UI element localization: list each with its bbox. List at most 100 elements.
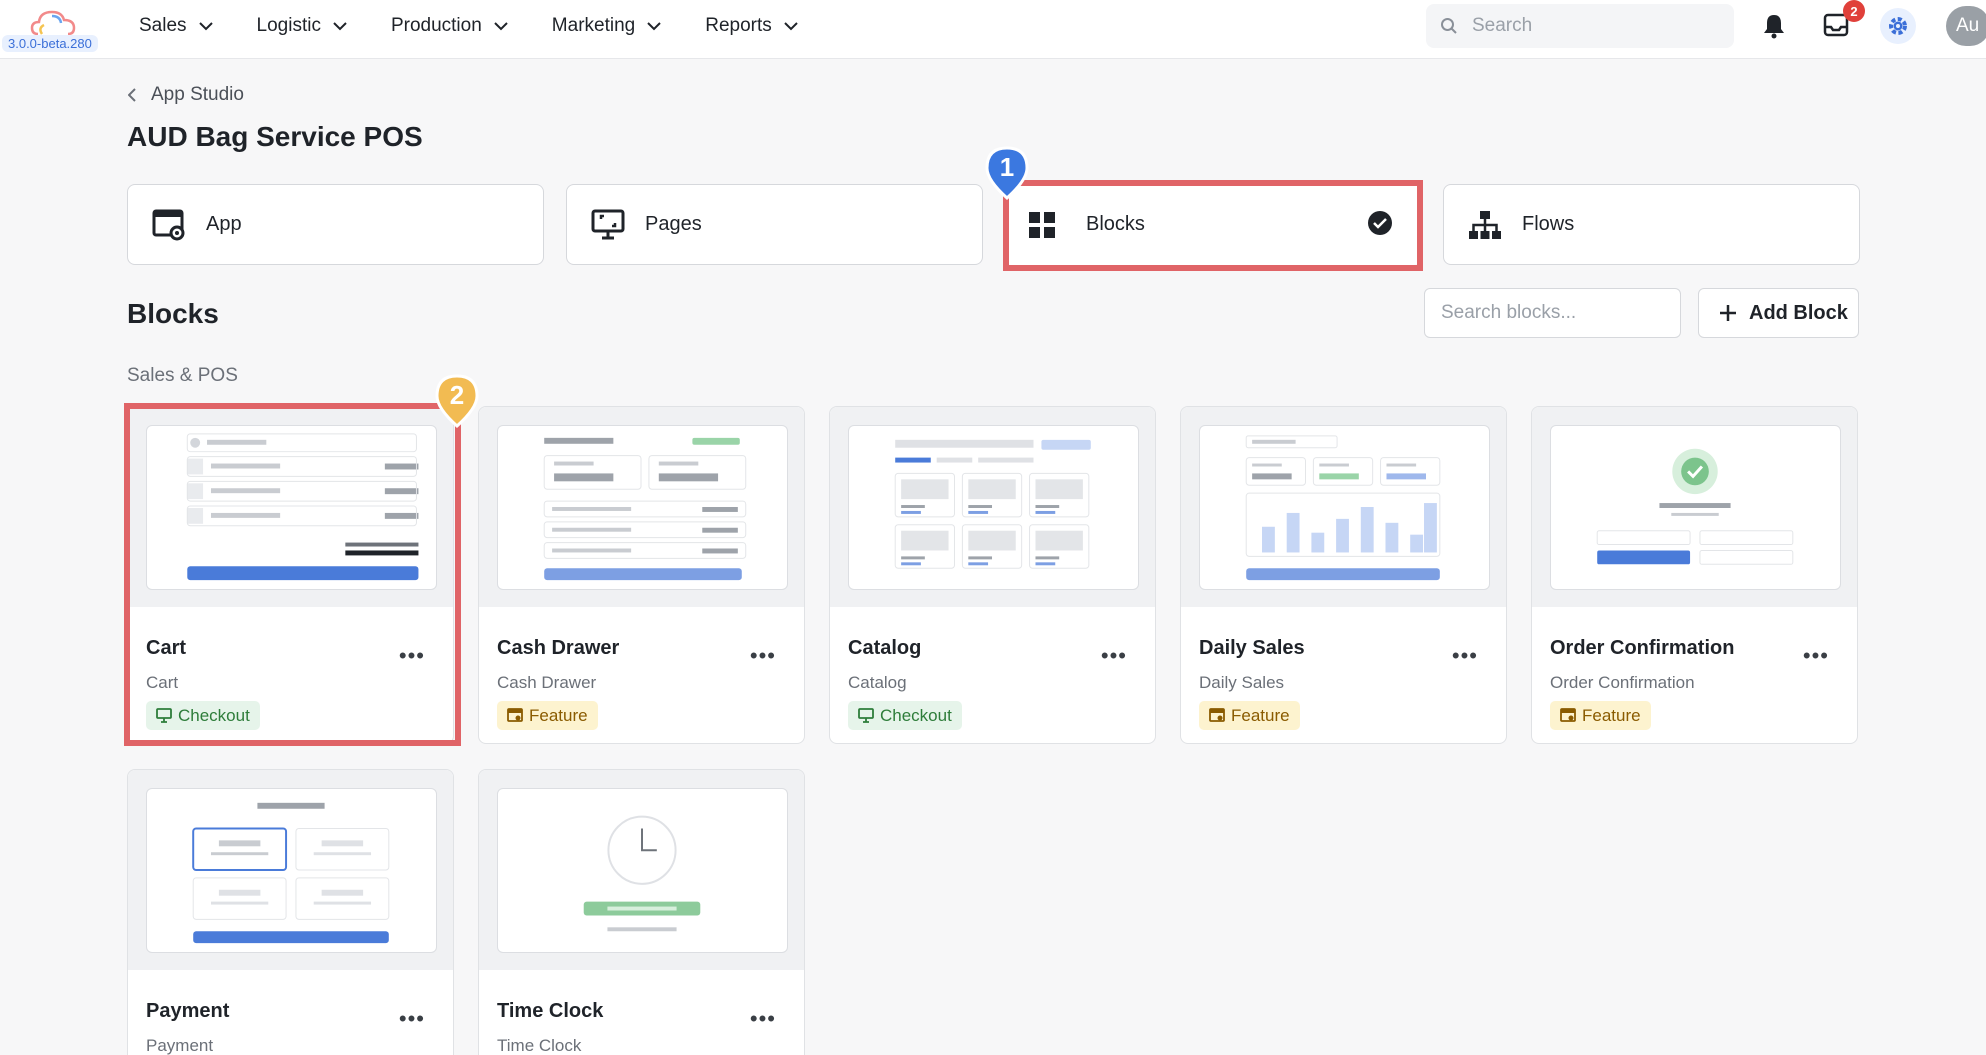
cloud-logo-icon[interactable] [30, 8, 78, 38]
card-subtitle: Cash Drawer [497, 673, 597, 692]
search-icon [1441, 18, 1457, 34]
category-tag: Feature [497, 701, 598, 730]
tag-label: Feature [1231, 705, 1290, 725]
tab-flows[interactable]: Flows [1443, 184, 1860, 265]
feature-icon [1560, 708, 1576, 722]
card-subtitle: Payment [146, 1036, 214, 1055]
block-card-daily-sales[interactable]: Daily Sales ••• Daily Sales Feature [1180, 406, 1507, 744]
marker-number: 1 [999, 152, 1015, 182]
monitor-icon [858, 708, 874, 723]
step-marker-1: 1 [983, 146, 1031, 202]
nav-label: Logistic [256, 15, 321, 36]
chevron-down-icon [198, 21, 213, 30]
block-card-payment[interactable]: Payment ••• Payment [127, 769, 454, 1055]
page-title: AUD Bag Service POS [127, 121, 423, 152]
highlight-box-cart [124, 403, 461, 746]
main-nav: Sales Logistic Production Marketing Repo… [139, 0, 842, 52]
chevron-down-icon [647, 21, 661, 30]
sitemap-icon [1469, 210, 1501, 239]
tag-label: Checkout [880, 705, 952, 725]
category-tag: Checkout [848, 701, 962, 730]
category-tag: Feature [1550, 701, 1651, 730]
chevron-down-icon [784, 21, 798, 30]
card-subtitle: Order Confirmation [1550, 673, 1695, 692]
tab-app[interactable]: App [127, 184, 544, 265]
add-block-label: Add Block [1749, 301, 1848, 324]
feature-icon [1209, 708, 1225, 722]
bell-icon[interactable] [1762, 13, 1786, 39]
app-settings-icon [152, 209, 185, 240]
breadcrumb-label: App Studio [151, 84, 244, 105]
avatar[interactable]: Au [1946, 6, 1986, 46]
tab-label: Pages [645, 213, 702, 235]
card-preview-area [1532, 407, 1857, 607]
card-subtitle: Time Clock [497, 1036, 582, 1055]
payment-preview-thumbnail [146, 788, 437, 953]
cash-drawer-preview-thumbnail [497, 425, 788, 590]
catalog-preview-thumbnail [848, 425, 1139, 590]
card-preview-area [128, 770, 453, 970]
tab-label: App [206, 213, 242, 235]
breadcrumb[interactable]: App Studio [128, 84, 244, 106]
nav-marketing[interactable]: Marketing [552, 15, 661, 37]
card-title: Catalog [848, 637, 922, 659]
card-preview-area [479, 407, 804, 607]
gear-icon [1889, 17, 1907, 35]
time-clock-preview-thumbnail [497, 788, 788, 953]
plus-icon [1720, 305, 1736, 321]
highlight-box-blocks [1003, 180, 1423, 271]
chevron-left-icon [128, 88, 136, 102]
nav-label: Marketing [551, 15, 636, 36]
card-subtitle: Daily Sales [1199, 673, 1285, 692]
nav-label: Sales [139, 15, 187, 36]
blocks-heading: Blocks [127, 298, 219, 329]
top-navigation-bar: 3.0.0-beta.280 Sales Logistic Production… [0, 0, 1986, 59]
block-card-cash-drawer[interactable]: Cash Drawer ••• Cash Drawer Feature [478, 406, 805, 744]
version-badge: 3.0.0-beta.280 [2, 35, 98, 52]
chevron-down-icon [494, 21, 508, 30]
nav-label: Reports [705, 15, 772, 36]
category-tag: Feature [1199, 701, 1300, 730]
block-card-order-confirmation[interactable]: Order Confirmation ••• Order Confirmatio… [1531, 406, 1858, 744]
tag-label: Feature [529, 705, 588, 725]
more-options-button[interactable]: ••• [1452, 643, 1478, 669]
tag-label: Feature [1582, 705, 1641, 725]
card-title: Daily Sales [1199, 637, 1305, 659]
step-marker-2: 2 [433, 374, 481, 430]
order-confirmation-preview-thumbnail [1550, 425, 1841, 590]
add-block-button[interactable]: Add Block [1698, 288, 1859, 338]
feature-icon [507, 708, 523, 722]
nav-label: Production [390, 15, 482, 36]
settings-button[interactable] [1880, 8, 1916, 44]
global-search-input[interactable]: Search [1426, 4, 1734, 48]
nav-production[interactable]: Production [391, 15, 508, 37]
tab-label: Flows [1522, 213, 1575, 235]
nav-logistic[interactable]: Logistic [257, 15, 347, 37]
card-subtitle: Catalog [848, 673, 907, 692]
card-preview-area [830, 407, 1155, 607]
card-title: Order Confirmation [1550, 637, 1735, 659]
more-options-button[interactable]: ••• [750, 1006, 776, 1032]
marker-number: 2 [449, 380, 465, 410]
search-blocks-input[interactable]: Search blocks... [1424, 288, 1681, 338]
card-preview-area [479, 770, 804, 970]
monitor-icon [591, 209, 625, 239]
tab-pages[interactable]: Pages [566, 184, 983, 265]
card-title: Cash Drawer [497, 637, 620, 659]
card-title: Payment [146, 1000, 230, 1022]
more-options-button[interactable]: ••• [1803, 643, 1829, 669]
more-options-button[interactable]: ••• [750, 643, 776, 669]
nav-sales[interactable]: Sales [139, 15, 213, 37]
chevron-down-icon [333, 21, 347, 30]
card-title: Time Clock [497, 1000, 604, 1022]
nav-reports[interactable]: Reports [705, 15, 798, 37]
block-card-time-clock[interactable]: Time Clock ••• Time Clock [478, 769, 805, 1055]
search-placeholder: Search [1472, 15, 1533, 36]
block-card-catalog[interactable]: Catalog ••• Catalog Checkout [829, 406, 1156, 744]
daily-sales-preview-thumbnail [1199, 425, 1490, 590]
more-options-button[interactable]: ••• [1101, 643, 1127, 669]
section-label: Sales & POS [127, 365, 238, 386]
card-preview-area [1181, 407, 1506, 607]
more-options-button[interactable]: ••• [399, 1006, 425, 1032]
inbox-count-badge: 2 [1843, 0, 1865, 22]
